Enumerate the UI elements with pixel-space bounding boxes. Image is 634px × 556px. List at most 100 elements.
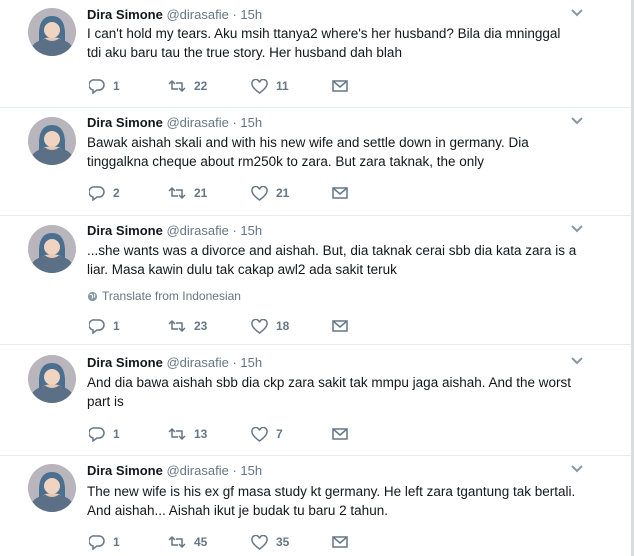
retweet-icon [168, 535, 186, 549]
retweet-button[interactable]: 13 [168, 425, 207, 443]
reply-button[interactable]: 1 [89, 317, 120, 335]
author-name[interactable]: Dira Simone [87, 355, 163, 370]
timestamp[interactable]: 15h [240, 115, 262, 130]
like-button[interactable]: 35 [251, 533, 289, 551]
tweet[interactable]: Dira Simone @dirasafie · 15h ...she want… [0, 216, 631, 345]
tweet[interactable]: Dira Simone @dirasafie · 15h I can't hol… [0, 0, 631, 108]
timestamp[interactable]: 15h [240, 7, 262, 22]
author-handle[interactable]: @dirasafie [166, 115, 228, 130]
tweet-text: And dia bawa aishah sbb dia ckp zara sak… [87, 373, 627, 411]
tweet-text: I can't hold my tears. Aku msih ttanya2 … [87, 24, 627, 62]
tweet-actions: 1 23 18 [87, 317, 387, 335]
envelope-icon [332, 536, 348, 548]
chevron-down-icon[interactable] [570, 464, 584, 474]
retweet-count: 13 [194, 427, 208, 441]
reply-button[interactable]: 1 [89, 77, 120, 95]
author-name[interactable]: Dira Simone [87, 463, 163, 478]
chevron-down-icon[interactable] [570, 356, 584, 366]
heart-icon [251, 78, 268, 94]
retweet-icon [168, 79, 186, 93]
tweet[interactable]: Dira Simone @dirasafie · 15h Bawak aisha… [0, 108, 631, 216]
avatar[interactable] [28, 117, 76, 165]
tweet-text-line: And aishah... Aishah ikut je budak tu ba… [87, 503, 388, 518]
tweet-actions: 2 21 21 [87, 184, 387, 202]
author-handle[interactable]: @dirasafie [166, 355, 228, 370]
tweet-text: Bawak aishah skali and with his new wife… [87, 133, 627, 171]
tweet-text-line: I can't hold my tears. Aku msih ttanya2 … [87, 26, 561, 41]
envelope-icon [332, 428, 348, 440]
separator: · [232, 463, 237, 478]
retweet-count: 21 [194, 186, 208, 200]
retweet-count: 45 [194, 535, 208, 549]
avatar[interactable] [28, 225, 76, 273]
message-button[interactable] [332, 425, 348, 443]
tweet-actions: 1 45 35 [87, 533, 387, 551]
globe-icon [87, 291, 98, 301]
reply-count: 1 [113, 535, 120, 549]
tweet-text: ...she wants was a divorce and aishah. B… [87, 241, 627, 279]
reply-count: 2 [113, 186, 120, 200]
separator: · [232, 355, 237, 370]
tweet-text-line: Bawak aishah skali and with his new wife… [87, 135, 529, 150]
like-button[interactable]: 21 [251, 184, 289, 202]
author-name[interactable]: Dira Simone [87, 115, 163, 130]
like-button[interactable]: 18 [251, 317, 289, 335]
translate-label: Translate from Indonesian [102, 289, 241, 303]
retweet-button[interactable]: 23 [168, 317, 207, 335]
tweet-text-line: The new wife is his ex gf masa study kt … [87, 484, 576, 499]
tweet[interactable]: Dira Simone @dirasafie · 15h And dia baw… [0, 345, 631, 456]
tweet-actions: 1 22 11 [87, 77, 387, 95]
tweet-header: Dira Simone @dirasafie · 15h [87, 463, 262, 479]
tweet-text-line: And dia bawa aishah sbb dia ckp zara sak… [87, 375, 572, 390]
author-name[interactable]: Dira Simone [87, 223, 163, 238]
tweet-text-line: liar. Masa kawin dulu tak cakap awl2 ada… [87, 262, 397, 277]
author-name[interactable]: Dira Simone [87, 7, 163, 22]
translate-link[interactable]: Translate from Indonesian [87, 289, 241, 303]
separator: · [232, 7, 237, 22]
message-button[interactable] [332, 184, 348, 202]
envelope-icon [332, 187, 348, 199]
timestamp[interactable]: 15h [240, 463, 262, 478]
like-count: 11 [276, 79, 289, 93]
author-handle[interactable]: @dirasafie [166, 223, 228, 238]
reply-button[interactable]: 1 [89, 425, 120, 443]
tweet[interactable]: Dira Simone @dirasafie · 15h The new wif… [0, 456, 631, 556]
like-count: 18 [276, 319, 290, 333]
message-button[interactable] [332, 317, 348, 335]
author-handle[interactable]: @dirasafie [166, 463, 228, 478]
tweet-text-line: ...she wants was a divorce and aishah. B… [87, 243, 577, 258]
timestamp[interactable]: 15h [240, 355, 262, 370]
chevron-down-icon[interactable] [570, 116, 584, 126]
reply-button[interactable]: 1 [89, 533, 120, 551]
author-handle[interactable]: @dirasafie [166, 7, 228, 22]
message-button[interactable] [332, 533, 348, 551]
retweet-button[interactable]: 22 [168, 77, 207, 95]
like-button[interactable]: 7 [251, 425, 283, 443]
heart-icon [251, 426, 268, 442]
tweet-header: Dira Simone @dirasafie · 15h [87, 223, 262, 239]
chevron-down-icon[interactable] [570, 8, 584, 18]
avatar[interactable] [28, 8, 76, 56]
reply-icon [89, 186, 105, 201]
envelope-icon [332, 80, 348, 92]
retweet-count: 23 [194, 319, 208, 333]
heart-icon [251, 534, 268, 550]
reply-count: 1 [113, 79, 120, 93]
like-count: 35 [276, 535, 290, 549]
tweet-header: Dira Simone @dirasafie · 15h [87, 115, 262, 131]
avatar[interactable] [28, 355, 76, 403]
tweet-header: Dira Simone @dirasafie · 15h [87, 355, 262, 371]
retweet-button[interactable]: 45 [168, 533, 207, 551]
chevron-down-icon[interactable] [570, 224, 584, 234]
like-button[interactable]: 11 [251, 77, 289, 95]
reply-button[interactable]: 2 [89, 184, 120, 202]
reply-icon [89, 79, 105, 94]
retweet-button[interactable]: 21 [168, 184, 207, 202]
message-button[interactable] [332, 77, 348, 95]
avatar[interactable] [28, 464, 76, 512]
reply-count: 1 [113, 427, 120, 441]
envelope-icon [332, 320, 348, 332]
timestamp[interactable]: 15h [240, 223, 262, 238]
retweet-icon [168, 427, 186, 441]
tweet-header: Dira Simone @dirasafie · 15h [87, 7, 262, 23]
